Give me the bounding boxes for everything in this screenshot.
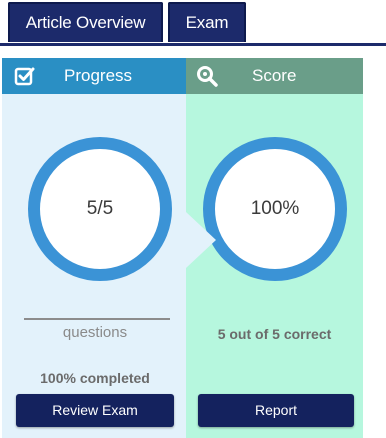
report-button[interactable]: Report [198,394,354,427]
magnifier-icon [197,66,218,87]
progress-ring-value: 5/5 [86,198,114,219]
review-exam-button[interactable]: Review Exam [16,394,174,427]
tab-bar: Article Overview Exam [0,0,386,46]
progress-header-label: Progress [64,66,133,85]
checkbox-edit-icon [14,67,35,86]
score-header: Score [186,58,363,94]
tab-exam[interactable]: Exam [168,2,246,42]
progress-header: Progress [2,58,188,94]
score-ring-value: 100% [250,198,300,219]
progress-divider [24,318,170,320]
progress-panel: Progress 5/5 questions 100% completed Re… [2,58,188,438]
score-caption: 5 out of 5 correct [217,326,332,342]
panel-arrow [186,212,216,268]
tab-underline [0,43,386,46]
questions-caption: questions [62,324,128,341]
score-header-label: Score [252,66,297,85]
tab-article-overview[interactable]: Article Overview [8,2,163,42]
completed-text: 100% completed [40,370,150,386]
